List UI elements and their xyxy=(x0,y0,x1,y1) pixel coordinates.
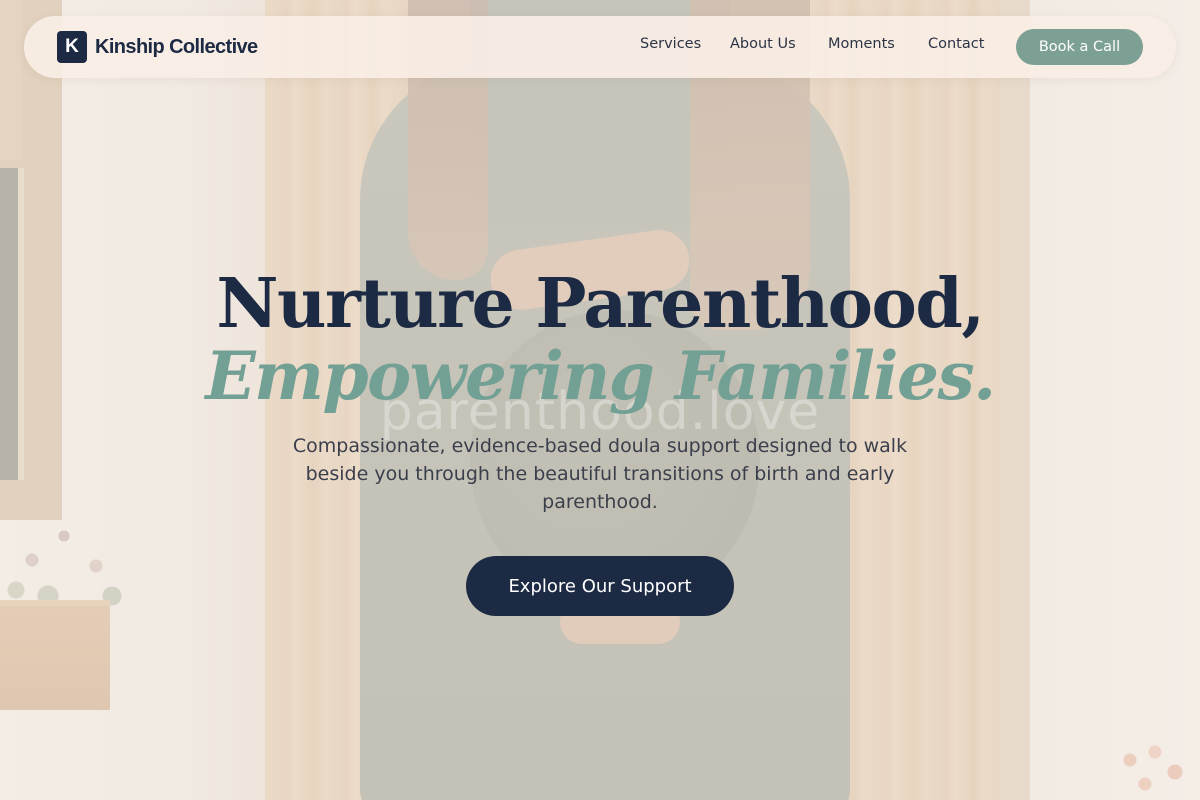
top-navbar: K Kinship Collective Services About Us M… xyxy=(24,16,1176,78)
hero-title-accent: Empowering Families. xyxy=(205,337,996,415)
book-a-call-button[interactable]: Book a Call xyxy=(1016,29,1143,65)
hero-subtitle: Compassionate, evidence-based doula supp… xyxy=(292,435,908,513)
letter-k-logo-icon: K xyxy=(57,31,87,63)
brand-name: Kinship Collective xyxy=(95,35,258,58)
nav-link-contact[interactable]: Contact xyxy=(928,36,984,52)
nav-link-about-us[interactable]: About Us xyxy=(730,36,796,52)
nav-link-moments[interactable]: Moments xyxy=(828,36,895,52)
nav-link-services[interactable]: Services xyxy=(640,36,701,52)
brand-logo-link[interactable]: K Kinship Collective xyxy=(57,31,258,63)
explore-support-button[interactable]: Explore Our Support xyxy=(466,556,734,616)
